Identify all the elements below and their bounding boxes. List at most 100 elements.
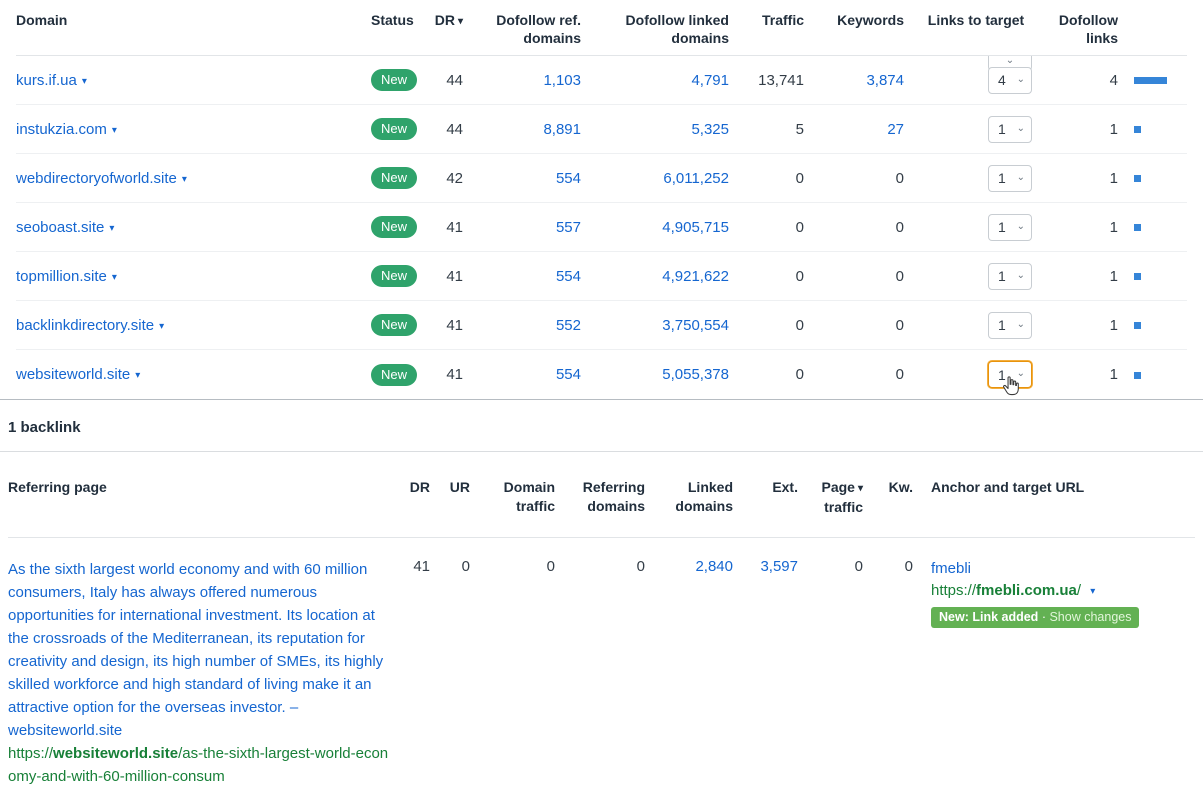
links-to-target-select[interactable]: 1 ⌄ [988, 115, 1032, 143]
chevron-down-icon[interactable]: ▾ [112, 272, 117, 283]
chevron-down-icon: ⌄ [1016, 122, 1025, 134]
dofollow-ref-domains-link[interactable]: 552 [556, 317, 581, 334]
col-referring-domains[interactable]: Referring domains [563, 478, 653, 516]
chevron-down-icon: ⌄ [1016, 318, 1025, 330]
backlinks-section-title: 1 backlink [0, 400, 1203, 452]
dofollow-links-value: 1 [1109, 169, 1118, 187]
status-badge: New [371, 69, 418, 91]
anchor-text-link[interactable]: fmebli [931, 558, 1195, 580]
dofollow-ref-domains-link[interactable]: 554 [556, 366, 581, 383]
domains-table: Domain Status DR ▾ Dofollow ref. domains … [0, 0, 1203, 400]
links-to-target-select[interactable]: 1 ⌄ [988, 361, 1032, 388]
dofollow-linked-domains-link[interactable]: 3,750,554 [662, 317, 729, 334]
select-value: 4 [998, 72, 1006, 88]
col-kw[interactable]: Kw. [871, 478, 921, 497]
links-to-target-select[interactable]: 1 ⌄ [988, 262, 1032, 290]
ext-link[interactable]: 3,597 [760, 558, 798, 575]
dofollow-linked-domains-link[interactable]: 4,905,715 [662, 219, 729, 236]
dofollow-ref-domains-link[interactable]: 554 [556, 268, 581, 285]
col-linked-domains[interactable]: Linked domains [653, 478, 741, 516]
backlinks-table-header: Referring page DR UR Domain traffic Refe… [8, 452, 1195, 538]
dr-value: 41 [446, 218, 463, 236]
col-status[interactable]: Status [371, 11, 426, 29]
col-dr[interactable]: DR ▾ [426, 11, 471, 31]
chevron-down-icon: ⌄ [1016, 220, 1025, 232]
chevron-down-icon[interactable]: ▾ [135, 370, 140, 381]
chevron-down-icon[interactable]: ▾ [182, 174, 187, 185]
dofollow-ref-domains-link[interactable]: 1,103 [543, 72, 581, 89]
select-value: 1 [998, 268, 1006, 284]
col-domain-traffic[interactable]: Domain traffic [478, 478, 563, 516]
linked-domains-link[interactable]: 2,840 [695, 558, 733, 575]
col-ur[interactable]: UR [438, 478, 478, 497]
domain-traffic-value: 0 [546, 558, 555, 575]
dofollow-links-bar [1134, 175, 1141, 183]
referring-page-url-link[interactable]: https://websiteworld.site/as-the-sixth-l… [8, 742, 393, 788]
col-dofollow-ref-domains[interactable]: Dofollow ref. domains [471, 11, 589, 47]
links-to-target-select[interactable]: 4 ⌄ [988, 66, 1032, 94]
target-url-link[interactable]: https://fmebli.com.ua/ ▾ [931, 580, 1195, 603]
link-change-badge: New: Link added · Show changes [931, 607, 1140, 628]
col-anchor-target-url[interactable]: Anchor and target URL [921, 478, 1195, 497]
col-traffic[interactable]: Traffic [737, 11, 812, 29]
change-badge-separator: · [1041, 610, 1046, 624]
links-to-target-select[interactable]: 1 ⌄ [988, 311, 1032, 339]
dofollow-ref-domains-link[interactable]: 554 [556, 170, 581, 187]
col-dofollow-linked-domains[interactable]: Dofollow linked domains [589, 11, 737, 47]
col-dr[interactable]: DR [398, 478, 438, 497]
chevron-down-icon[interactable]: ▾ [1090, 586, 1095, 597]
links-to-target-select[interactable]: 1 ⌄ [988, 164, 1032, 192]
table-row: seoboast.site ▾ New 41 557 4,905,715 0 0 … [16, 203, 1187, 252]
domain-link[interactable]: topmillion.site [16, 268, 107, 285]
dofollow-links-value: 1 [1109, 316, 1118, 334]
domain-link[interactable]: kurs.if.ua [16, 72, 77, 89]
dofollow-ref-domains-link[interactable]: 557 [556, 219, 581, 236]
domain-link[interactable]: backlinkdirectory.site [16, 317, 154, 334]
dofollow-linked-domains-link[interactable]: 5,055,378 [662, 366, 729, 383]
table-row: instukzia.com ▾ New 44 8,891 5,325 5 27 1… [16, 105, 1187, 154]
select-value: 1 [998, 219, 1006, 235]
url-path: / [1076, 582, 1082, 599]
domain-link[interactable]: instukzia.com [16, 121, 107, 138]
dofollow-links-value: 1 [1109, 218, 1118, 236]
chevron-down-icon[interactable]: ▾ [112, 125, 117, 136]
domains-table-header: Domain Status DR ▾ Dofollow ref. domains … [16, 0, 1187, 56]
col-keywords[interactable]: Keywords [812, 11, 912, 29]
col-links-to-target[interactable]: Links to target [912, 11, 1040, 29]
keywords-link[interactable]: 3,874 [866, 72, 904, 89]
sort-desc-icon[interactable]: ▾ [458, 16, 463, 27]
domain-link[interactable]: seoboast.site [16, 219, 104, 236]
dofollow-ref-domains-link[interactable]: 8,891 [543, 121, 581, 138]
keywords-value: 0 [895, 316, 904, 334]
chevron-down-icon[interactable]: ▾ [159, 321, 164, 332]
chevron-down-icon[interactable]: ▾ [109, 223, 114, 234]
dofollow-linked-domains-link[interactable]: 4,921,622 [662, 268, 729, 285]
dr-value: 41 [446, 267, 463, 285]
referring-page-title-link[interactable]: As the sixth largest world economy and w… [8, 558, 393, 742]
table-row: topmillion.site ▾ New 41 554 4,921,622 0 … [16, 252, 1187, 301]
col-ext[interactable]: Ext. [741, 478, 806, 497]
chevron-down-icon[interactable]: ▾ [82, 76, 87, 87]
page-traffic-value: 0 [854, 558, 863, 575]
show-changes-link[interactable]: Show changes [1049, 610, 1131, 624]
links-to-target-select[interactable]: 1 ⌄ [988, 213, 1032, 241]
col-dofollow-links[interactable]: Dofollow links [1040, 11, 1126, 47]
sort-desc-icon[interactable]: ▾ [858, 483, 863, 494]
dr-value: 44 [446, 71, 463, 89]
domain-link[interactable]: websiteworld.site [16, 366, 130, 383]
traffic-value: 0 [795, 366, 804, 383]
col-referring-page[interactable]: Referring page [8, 478, 398, 497]
url-domain: fmebli.com.ua [976, 582, 1077, 599]
domain-link[interactable]: webdirectoryofworld.site [16, 170, 177, 187]
keywords-value: 0 [895, 366, 904, 383]
dofollow-linked-domains-link[interactable]: 6,011,252 [663, 170, 729, 187]
col-dr-label: DR [434, 12, 455, 28]
chevron-down-icon: ⌄ [1016, 171, 1025, 183]
dofollow-linked-domains-link[interactable]: 5,325 [691, 121, 729, 138]
col-page-traffic[interactable]: Page ▾ traffic [806, 478, 871, 517]
dofollow-linked-domains-link[interactable]: 4,791 [691, 72, 729, 89]
col-domain[interactable]: Domain [16, 11, 371, 29]
chevron-down-icon: ⌄ [1016, 73, 1025, 85]
dofollow-links-value: 1 [1109, 267, 1118, 285]
keywords-link[interactable]: 27 [887, 121, 904, 138]
